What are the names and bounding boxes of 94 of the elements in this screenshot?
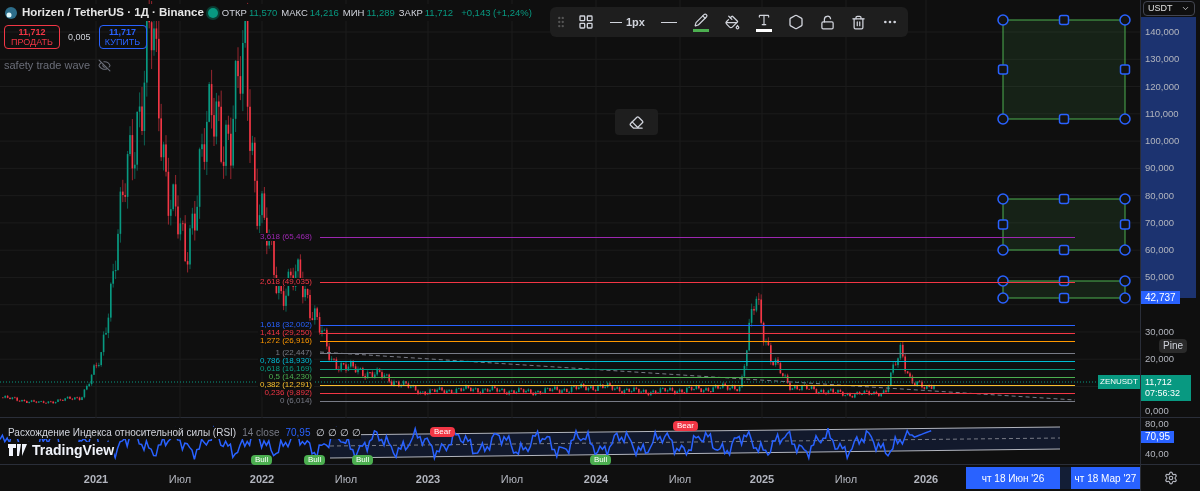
pine-tooltip[interactable]: Pine <box>1159 339 1187 353</box>
last-price-label: 11,712 07:56:32 <box>1141 375 1191 401</box>
price-change: +0,143 (+1,24%) <box>461 5 532 20</box>
time-axis-label: 2025 <box>749 472 775 487</box>
rsi-axis-label: 80,00 <box>1145 419 1169 429</box>
spread-value: 0,005 <box>68 30 91 44</box>
ohlc-label: МИН <box>342 5 365 20</box>
rectangle-drawing[interactable] <box>997 14 1131 125</box>
fib-level-label: 1,618 (32,002) <box>257 321 314 329</box>
tradingview-logo-icon <box>8 444 28 456</box>
range-start-label: чт 18 Июн '26 <box>966 467 1060 489</box>
hexagon-icon <box>787 14 804 30</box>
color-swatch <box>755 28 772 32</box>
price-axis-label: 140,000 <box>1145 27 1180 37</box>
line-icon <box>660 21 677 23</box>
bull-signal-tag: Bull <box>304 455 326 465</box>
bull-signal-tag: Bull <box>251 455 273 465</box>
currency-dropdown[interactable]: USDT <box>1143 1 1195 16</box>
text-icon <box>756 12 771 27</box>
bear-signal-tag: Bear <box>673 421 698 431</box>
price-axis-label: 0,000 <box>1145 406 1169 416</box>
time-axis-label: 2023 <box>415 472 441 487</box>
ohlc-value: 11,289 <box>366 5 395 20</box>
time-axis-label: Июл <box>334 472 358 487</box>
price-marker-label: 42,737 <box>1141 291 1180 304</box>
ohlc-value: 14,216 <box>309 5 339 20</box>
eraser-button[interactable] <box>615 109 658 135</box>
fib-level-label: 0,5 (14,230) <box>266 373 314 381</box>
time-axis-label: Июл <box>168 472 192 487</box>
price-axis-label: 80,000 <box>1145 190 1175 201</box>
line-width-button[interactable]: 1px <box>604 8 651 36</box>
ohlc-value: 11,712 <box>424 5 454 20</box>
grid-icon <box>578 14 594 30</box>
ohlc-label: МАКС <box>281 5 308 20</box>
bull-signal-tag: Bull <box>590 455 612 465</box>
chevron-down-icon <box>1181 4 1190 13</box>
price-axis-label: 70,000 <box>1145 217 1175 228</box>
paint-bucket-icon <box>724 14 740 30</box>
pencil-icon <box>693 12 708 27</box>
range-end-label: чт 18 Мар '27 <box>1071 467 1140 489</box>
settings-icon <box>1163 471 1178 485</box>
time-axis-label: Июл <box>834 472 858 487</box>
price-axis-label: 30,000 <box>1145 326 1175 337</box>
ohlc-value: 11,570 <box>248 5 278 20</box>
time-axis-label: Июл <box>668 472 692 487</box>
fib-level-label: 3,618 (65,468) <box>257 233 314 241</box>
ohlc-label: ЗАКР <box>398 5 423 20</box>
ohlc-label: ОТКР <box>221 5 247 20</box>
price-axis-label: 50,000 <box>1145 272 1175 283</box>
time-axis-label: Июл <box>500 472 524 487</box>
indicator-title: Расхождение Индекса относительной силы (RSI) <box>8 427 237 439</box>
tradingview-logo: TradingView <box>32 442 115 458</box>
time-axis-label: 2021 <box>83 472 109 487</box>
fib-level-label: 0 (6,014) <box>277 397 314 405</box>
indicator-flags: ∅ ∅ ∅ ∅ <box>316 427 361 439</box>
time-axis-label: 2026 <box>913 472 939 487</box>
unlock-icon <box>819 14 835 30</box>
symbol-tag: ZENUSDT <box>1098 375 1140 389</box>
fib-level-label: 0,236 (9,892) <box>262 389 314 397</box>
fib-level-label: 1,414 (29,250) <box>257 329 314 337</box>
indicator-value: 70,95 <box>285 427 311 439</box>
rsi-value-label: 70,95 <box>1141 431 1175 443</box>
rsi-axis-label: 40,00 <box>1145 449 1169 459</box>
logo-icon <box>4 5 18 20</box>
color-swatch <box>692 28 709 32</box>
price-axis-label: 110,000 <box>1145 108 1179 119</box>
fib-level-label: 2,618 (49,035) <box>257 278 314 286</box>
trash-icon <box>850 14 866 30</box>
price-axis-label: 100,000 <box>1145 136 1180 147</box>
indicator-name: safety trade wave <box>4 58 91 74</box>
price-axis-label: 120,000 <box>1145 81 1180 92</box>
buy-button[interactable]: 11,717 КУПИТЬ <box>98 25 147 50</box>
eye-off-icon[interactable] <box>98 59 112 72</box>
fib-level-label: 1,272 (26,916) <box>257 337 314 345</box>
time-axis-label: 2024 <box>583 472 609 487</box>
price-axis-label: 60,000 <box>1145 245 1175 256</box>
fib-level-label: 1 (22,447) <box>273 349 314 357</box>
sell-button[interactable]: 11,712 ПРОДАТЬ <box>4 25 60 50</box>
fib-level-label: 0,786 (18,930) <box>257 357 314 365</box>
price-axis-label: 90,000 <box>1145 163 1175 174</box>
fib-level-label: 0,618 (16,169) <box>257 365 314 373</box>
fib-level-label: 0,382 (12,291) <box>257 381 314 389</box>
price-axis-label: 130,000 <box>1145 54 1180 65</box>
settings-button[interactable] <box>1163 471 1178 485</box>
bull-signal-tag: Bull <box>352 455 374 465</box>
price-axis-label: 20,000 <box>1145 354 1175 365</box>
line-icon <box>610 21 622 23</box>
indicator-params: 14 close <box>242 427 280 439</box>
eraser-icon <box>629 114 644 130</box>
rectangle-drawing[interactable] <box>997 193 1131 256</box>
bear-signal-tag: Bear <box>430 427 455 437</box>
symbol-title[interactable]: Horizen / TetherUS · 1Д · Binance <box>22 4 204 22</box>
rectangle-drawing[interactable] <box>997 275 1131 304</box>
time-axis-label: 2022 <box>249 472 275 487</box>
